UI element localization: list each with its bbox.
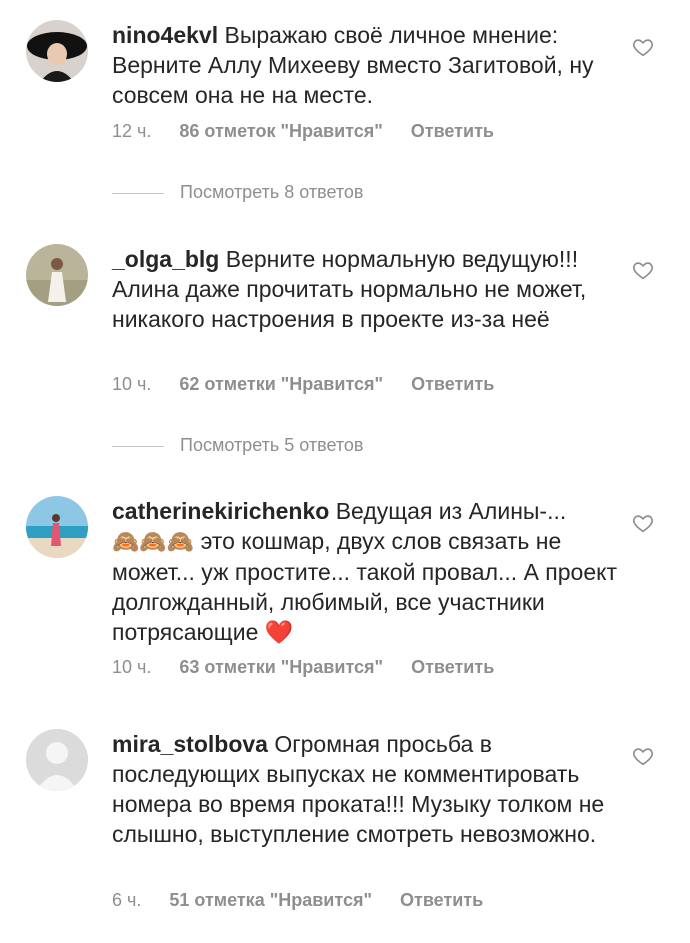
avatar[interactable]: [26, 244, 88, 306]
comment-body: mira_stolbova Огромная просьба в последу…: [112, 729, 617, 849]
username[interactable]: nino4ekvl: [112, 22, 218, 48]
divider-line: [112, 445, 164, 447]
monkey-emoji: 🙈🙈🙈: [112, 529, 195, 554]
comment-meta: 10 ч. 63 отметки "Нравится" Ответить: [112, 657, 494, 678]
timestamp: 6 ч.: [112, 890, 142, 910]
reply-button[interactable]: Ответить: [411, 657, 494, 677]
comment-meta: 12 ч. 86 отметок "Нравится" Ответить: [112, 121, 494, 142]
view-replies-link[interactable]: Посмотреть 5 ответов: [112, 435, 364, 456]
likes-count[interactable]: 86 отметок "Нравится": [179, 121, 382, 141]
divider-line: [112, 192, 164, 194]
view-replies-label: Посмотреть 8 ответов: [180, 182, 364, 202]
comment-meta: 6 ч. 51 отметка "Нравится" Ответить: [112, 890, 483, 911]
avatar[interactable]: [26, 496, 88, 558]
reply-button[interactable]: Ответить: [400, 890, 483, 910]
view-replies-label: Посмотреть 5 ответов: [180, 435, 364, 455]
heart-outline-icon[interactable]: [632, 745, 654, 767]
likes-count[interactable]: 51 отметка "Нравится": [169, 890, 372, 910]
avatar[interactable]: [26, 20, 88, 82]
heart-outline-icon[interactable]: [632, 36, 654, 58]
username[interactable]: _olga_blg: [112, 246, 219, 272]
username[interactable]: catherinekirichenko: [112, 498, 329, 524]
reply-button[interactable]: Ответить: [411, 121, 494, 141]
heart-outline-icon[interactable]: [632, 512, 654, 534]
view-replies-link[interactable]: Посмотреть 8 ответов: [112, 182, 364, 203]
likes-count[interactable]: 63 отметки "Нравится": [179, 657, 383, 677]
timestamp: 12 ч.: [112, 121, 152, 141]
timestamp: 10 ч.: [112, 374, 152, 394]
default-avatar-icon[interactable]: [26, 729, 88, 791]
red-heart-emoji: ❤️: [264, 619, 294, 645]
timestamp: 10 ч.: [112, 657, 152, 677]
reply-button[interactable]: Ответить: [411, 374, 494, 394]
heart-outline-icon[interactable]: [632, 259, 654, 281]
likes-count[interactable]: 62 отметки "Нравится": [179, 374, 383, 394]
comment-text: Ведущая из Алины-...: [329, 498, 567, 524]
comment-body: nino4ekvl Выражаю своё личное мнение: Ве…: [112, 20, 617, 110]
comment-body: catherinekirichenko Ведущая из Алины-...…: [112, 496, 617, 647]
username[interactable]: mira_stolbova: [112, 731, 268, 757]
comment-body: _olga_blg Верните нормальную ведущую!!! …: [112, 244, 617, 334]
comment-meta: 10 ч. 62 отметки "Нравится" Ответить: [112, 374, 494, 395]
